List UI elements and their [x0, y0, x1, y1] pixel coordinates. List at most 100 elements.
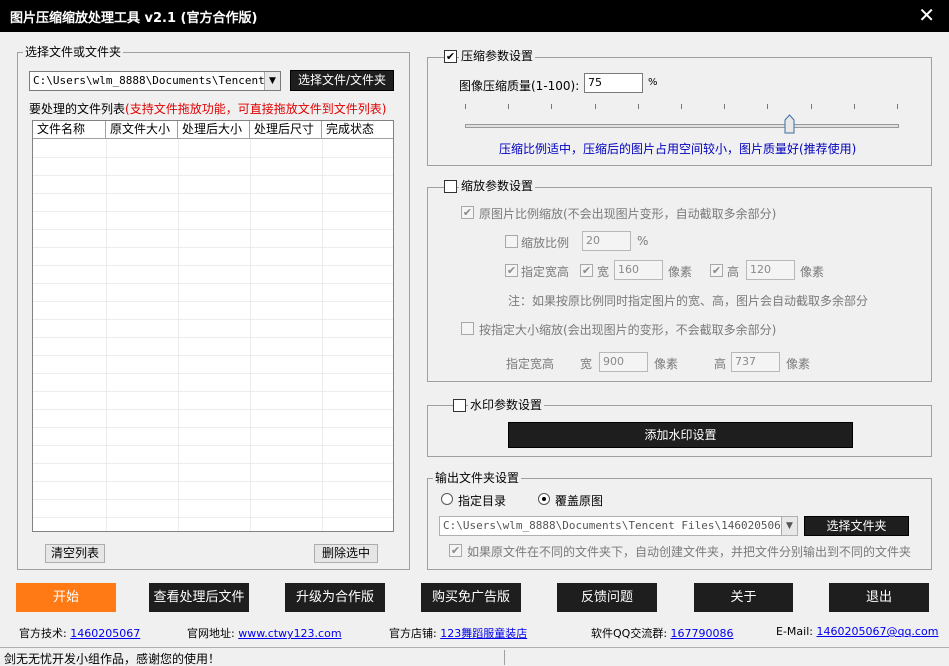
- grid-row-line: [33, 481, 393, 482]
- quality-input[interactable]: 75: [584, 73, 643, 93]
- grid-row-line: [33, 355, 393, 356]
- grid-row-line: [33, 373, 393, 374]
- column-original-size[interactable]: 原文件大小: [106, 121, 178, 139]
- shop-label: 官方店铺:: [389, 627, 437, 640]
- grid-row-line: [33, 283, 393, 284]
- scale-ratio-percent: %: [637, 234, 649, 248]
- slider-tick: [551, 104, 553, 109]
- radio-overwrite[interactable]: [538, 493, 550, 505]
- grid-row-line: [33, 409, 393, 410]
- site-info: 官网地址: www.ctwy123.com: [187, 625, 342, 641]
- grid-row-line: [33, 445, 393, 446]
- scale-ratio-checkbox[interactable]: [505, 235, 518, 248]
- qq-info: 软件QQ交流群: 167790086: [591, 625, 734, 641]
- shop-link[interactable]: 123舞蹈服童装店: [440, 627, 527, 640]
- buy-adfree-button[interactable]: 购买免广告版: [421, 583, 521, 612]
- slider-tick: [465, 104, 466, 109]
- close-icon[interactable]: ✕: [918, 4, 935, 26]
- grid-row-line: [33, 301, 393, 302]
- clear-list-button[interactable]: 清空列表: [45, 544, 105, 563]
- size-height-input[interactable]: 737: [731, 352, 780, 372]
- column-processed-size[interactable]: 处理后大小: [178, 121, 250, 139]
- grid-row-line: [33, 463, 393, 464]
- compression-note: 压缩比例适中，压缩后的图片占用空间较小，图片质量好(推荐使用): [499, 142, 857, 156]
- slider-tick: [810, 104, 812, 109]
- column-status[interactable]: 完成状态: [322, 121, 393, 139]
- watermark-checkbox-label: 水印参数设置: [468, 398, 545, 412]
- by-size-checkbox[interactable]: [461, 322, 474, 335]
- window-title: 图片压缩缩放处理工具 v2.1 (官方合作版): [10, 11, 258, 26]
- grid-row-line: [33, 175, 393, 176]
- add-watermark-button[interactable]: 添加水印设置: [508, 422, 853, 448]
- size-width-label: 宽: [580, 357, 593, 371]
- width-pixel-label: 像素: [668, 265, 693, 279]
- grid-row-line: [33, 427, 393, 428]
- radio-specify-dir[interactable]: [441, 493, 453, 505]
- slider-tick: [681, 104, 682, 109]
- grid-column-line: [106, 139, 107, 531]
- status-divider: [504, 650, 505, 665]
- qq-label: 软件QQ交流群:: [591, 627, 668, 640]
- grid-row-line: [33, 211, 393, 212]
- scale-ratio-input[interactable]: 20: [582, 231, 631, 251]
- compression-checkbox[interactable]: ✔: [444, 50, 457, 63]
- by-size-label: 按指定大小缩放(会出现图片的变形，不会截取多余部分): [479, 323, 777, 337]
- size-width-pixel-label: 像素: [654, 357, 679, 371]
- file-list-title-text: 要处理的文件列表: [29, 102, 126, 116]
- auto-create-label: 如果原文件在不同的文件夹下，自动创建文件夹，并把文件分别输出到不同的文件夹: [467, 545, 912, 559]
- slider-tick: [767, 104, 769, 109]
- height-input[interactable]: 120: [746, 260, 795, 280]
- qq-link[interactable]: 167790086: [671, 627, 734, 640]
- column-processed-dimensions[interactable]: 处理后尺寸: [250, 121, 322, 139]
- keep-ratio-label: 原图片比例缩放(不会出现图片变形，自动截取多余部分): [479, 207, 777, 221]
- slider-tick: [637, 104, 639, 109]
- file-select-group-label: 选择文件或文件夹: [23, 45, 124, 59]
- select-output-folder-button[interactable]: 选择文件夹: [804, 516, 909, 536]
- width-checkbox[interactable]: ✔: [580, 264, 593, 277]
- start-button[interactable]: 开始: [16, 583, 116, 612]
- select-file-folder-button[interactable]: 选择文件/文件夹: [290, 70, 394, 91]
- height-label: 高: [727, 265, 740, 279]
- quality-slider-thumb[interactable]: [784, 114, 795, 134]
- grid-row-line: [33, 229, 393, 230]
- width-label: 宽: [597, 265, 610, 279]
- feedback-button[interactable]: 反馈问题: [557, 583, 657, 612]
- chevron-down-icon[interactable]: ▼: [264, 72, 280, 90]
- column-file-name[interactable]: 文件名称: [33, 121, 106, 139]
- email-link[interactable]: 1460205067@qq.com: [816, 625, 938, 638]
- delete-selected-button[interactable]: 删除选中: [314, 544, 378, 563]
- scaling-checkbox[interactable]: [444, 180, 457, 193]
- site-label: 官网地址:: [187, 627, 235, 640]
- watermark-checkbox[interactable]: [453, 399, 466, 412]
- shop-info: 官方店铺: 123舞蹈服童装店: [389, 625, 527, 641]
- file-list-table[interactable]: 文件名称 原文件大小 处理后大小 处理后尺寸 完成状态: [32, 120, 394, 532]
- grid-row-line: [33, 517, 393, 518]
- size-width-input[interactable]: 900: [599, 352, 648, 372]
- grid-row-line: [33, 337, 393, 338]
- specify-wh-checkbox[interactable]: ✔: [505, 264, 518, 277]
- file-path-combo[interactable]: C:\Users\wlm_8888\Documents\Tencent Fil …: [29, 71, 281, 91]
- height-checkbox[interactable]: ✔: [710, 264, 723, 277]
- slider-tick: [853, 104, 855, 109]
- quality-slider[interactable]: [465, 124, 899, 128]
- title-bar: 图片压缩缩放处理工具 v2.1 (官方合作版) ✕: [0, 0, 949, 32]
- grid-row-line: [33, 265, 393, 266]
- tech-link[interactable]: 1460205067: [70, 627, 140, 640]
- grid-column-line: [178, 139, 179, 531]
- site-link[interactable]: www.ctwy123.com: [238, 627, 341, 640]
- about-button[interactable]: 关于: [694, 583, 793, 612]
- width-input[interactable]: 160: [614, 260, 663, 280]
- radio-overwrite-label: 覆盖原图: [555, 494, 604, 508]
- view-processed-button[interactable]: 查看处理后文件: [149, 583, 249, 612]
- output-chevron-down-icon[interactable]: ▼: [781, 517, 797, 535]
- email-label: E-Mail:: [776, 625, 813, 638]
- upgrade-button[interactable]: 升级为合作版: [285, 583, 385, 612]
- auto-create-checkbox[interactable]: ✔: [449, 544, 462, 557]
- grid-row-line: [33, 247, 393, 248]
- keep-ratio-checkbox[interactable]: ✔: [461, 206, 474, 219]
- output-path-combo[interactable]: C:\Users\wlm_8888\Documents\Tencent File…: [439, 516, 798, 536]
- grid-row-line: [33, 391, 393, 392]
- slider-tick: [724, 104, 726, 109]
- exit-button[interactable]: 退出: [829, 583, 929, 612]
- size-height-pixel-label: 像素: [786, 357, 811, 371]
